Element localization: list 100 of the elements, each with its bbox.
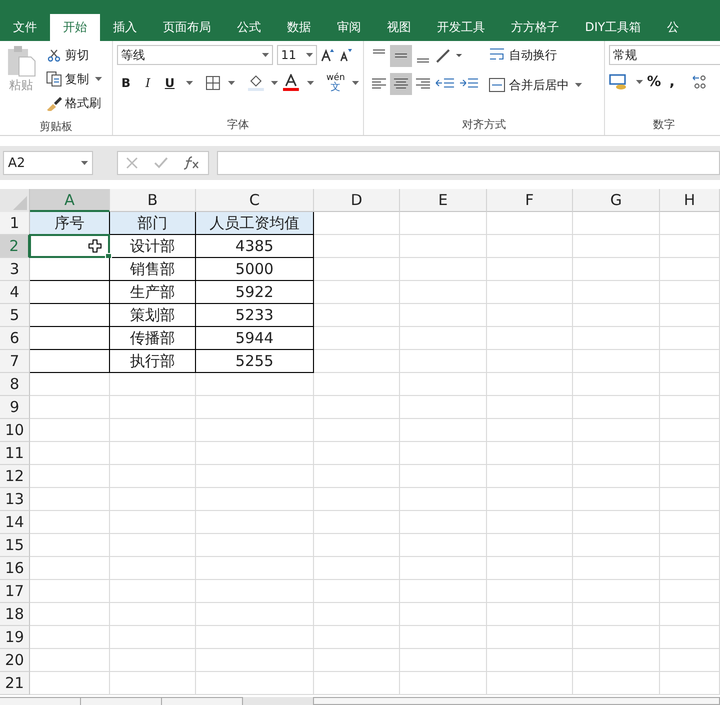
formula-input-field[interactable] (217, 151, 720, 175)
row-header[interactable]: 13 (0, 488, 30, 511)
table-cell: 部门 (110, 212, 196, 235)
fill-color-icon[interactable] (246, 74, 264, 92)
caret-icon[interactable] (575, 83, 582, 87)
bold-button[interactable]: B (117, 76, 135, 90)
row-header[interactable]: 16 (0, 557, 30, 580)
increase-font-icon[interactable] (321, 48, 335, 62)
column-header[interactable]: E (400, 189, 487, 212)
borders-icon[interactable] (204, 75, 221, 91)
row-header[interactable]: 12 (0, 465, 30, 488)
caret-icon[interactable] (307, 81, 314, 85)
table-cell (660, 603, 720, 626)
column-header[interactable]: H (660, 189, 720, 212)
font-size-field[interactable]: 11 (277, 45, 317, 65)
font-color-icon[interactable] (282, 74, 300, 92)
currency-icon[interactable] (609, 73, 629, 91)
name-box[interactable]: A2 (3, 151, 93, 175)
table-cell (660, 304, 720, 327)
row-header[interactable]: 14 (0, 511, 30, 534)
row-header[interactable]: 15 (0, 534, 30, 557)
ribbon-tab[interactable]: 视图 (374, 14, 424, 41)
phonetic-button[interactable]: wén 文 (326, 73, 345, 93)
table-cell: 策划部 (110, 304, 196, 327)
row-header[interactable]: 9 (0, 396, 30, 419)
caret-icon[interactable] (228, 81, 235, 85)
table-cell (660, 557, 720, 580)
scissors-icon (48, 49, 60, 62)
row-header[interactable]: 3 (0, 258, 30, 281)
table-cell (660, 580, 720, 603)
row-header[interactable]: 18 (0, 603, 30, 626)
number-format-field[interactable]: 常规 (609, 45, 720, 65)
italic-button[interactable]: I (138, 76, 157, 90)
column-header[interactable]: F (487, 189, 573, 212)
center-align-icon[interactable] (390, 73, 412, 95)
ribbon-tab[interactable]: 公式 (224, 14, 274, 41)
group-label: 字体 (226, 117, 250, 133)
caret-icon[interactable] (306, 53, 313, 57)
row-header[interactable]: 11 (0, 442, 30, 465)
middle-align-icon[interactable] (390, 45, 412, 67)
insert-function-icon[interactable] (184, 156, 200, 170)
column-header[interactable]: D (314, 189, 400, 212)
ribbon-tab[interactable]: 审阅 (324, 14, 374, 41)
font-name-field[interactable]: 等线 (117, 45, 273, 65)
copy-button[interactable]: 复制 (46, 69, 102, 89)
merge-cells-icon (488, 76, 506, 94)
column-header[interactable]: G (573, 189, 660, 212)
caret-icon[interactable] (186, 81, 193, 85)
row-header[interactable]: 5 (0, 304, 30, 327)
comma-button[interactable]: , (665, 74, 679, 90)
table-cell (660, 442, 720, 465)
row-header[interactable]: 7 (0, 350, 30, 373)
caret-icon[interactable] (262, 53, 269, 57)
ribbon-tab[interactable]: 开始 (50, 14, 100, 41)
group-label: 数字 (652, 117, 676, 133)
row-header[interactable]: 20 (0, 649, 30, 672)
row-header[interactable]: 17 (0, 580, 30, 603)
column-header[interactable]: A (30, 189, 110, 212)
table-cell: 5922 (196, 281, 314, 304)
table-cell (660, 281, 720, 304)
row-header[interactable]: 10 (0, 419, 30, 442)
ribbon-tab[interactable]: 文件 (0, 14, 50, 41)
caret-icon[interactable] (81, 161, 88, 165)
table-cell: 5233 (196, 304, 314, 327)
row-header[interactable]: 1 (0, 212, 30, 235)
decrease-font-icon[interactable] (339, 48, 353, 62)
format-painter-button[interactable]: 格式刷 (46, 93, 102, 113)
row-header[interactable]: 21 (0, 672, 30, 695)
table-cell (660, 534, 720, 557)
table-cell: 5255 (196, 350, 314, 373)
table-cell: 传播部 (110, 327, 196, 350)
caret-icon[interactable] (636, 80, 643, 84)
caret-icon[interactable] (95, 77, 102, 81)
horizontal-scrollbar[interactable] (313, 697, 720, 705)
row-header[interactable]: 4 (0, 281, 30, 304)
row-header[interactable]: 8 (0, 373, 30, 396)
merge-center-button[interactable]: 合并后居中 (488, 75, 582, 95)
table-cell: 4385 (196, 235, 314, 258)
row-header[interactable]: 19 (0, 626, 30, 649)
row-header[interactable]: 2 (0, 235, 30, 258)
ribbon-tab[interactable]: 数据 (274, 14, 324, 41)
ribbon-tab[interactable]: 插入 (100, 14, 150, 41)
ribbon-tab[interactable]: 方方格子 (498, 14, 572, 41)
column-header[interactable]: C (196, 189, 314, 212)
percent-button[interactable]: % (647, 74, 661, 90)
caret-icon[interactable] (352, 81, 359, 85)
cut-button[interactable]: 剪切 (46, 45, 102, 65)
table-cell (660, 511, 720, 534)
caret-icon[interactable] (271, 81, 278, 85)
table-cell (660, 626, 720, 649)
ribbon-tab[interactable]: DIY工具箱 (572, 14, 654, 41)
ribbon-tab[interactable]: 开发工具 (424, 14, 498, 41)
ribbon-tab[interactable]: 页面布局 (150, 14, 224, 41)
row-header[interactable]: 6 (0, 327, 30, 350)
paintbrush-icon (46, 95, 62, 111)
table-cell (660, 419, 720, 442)
wrap-text-button[interactable]: 自动换行 (488, 45, 582, 65)
ribbon-tab[interactable]: 公 (654, 14, 692, 41)
column-header[interactable]: B (110, 189, 196, 212)
underline-button[interactable]: U (160, 76, 179, 90)
